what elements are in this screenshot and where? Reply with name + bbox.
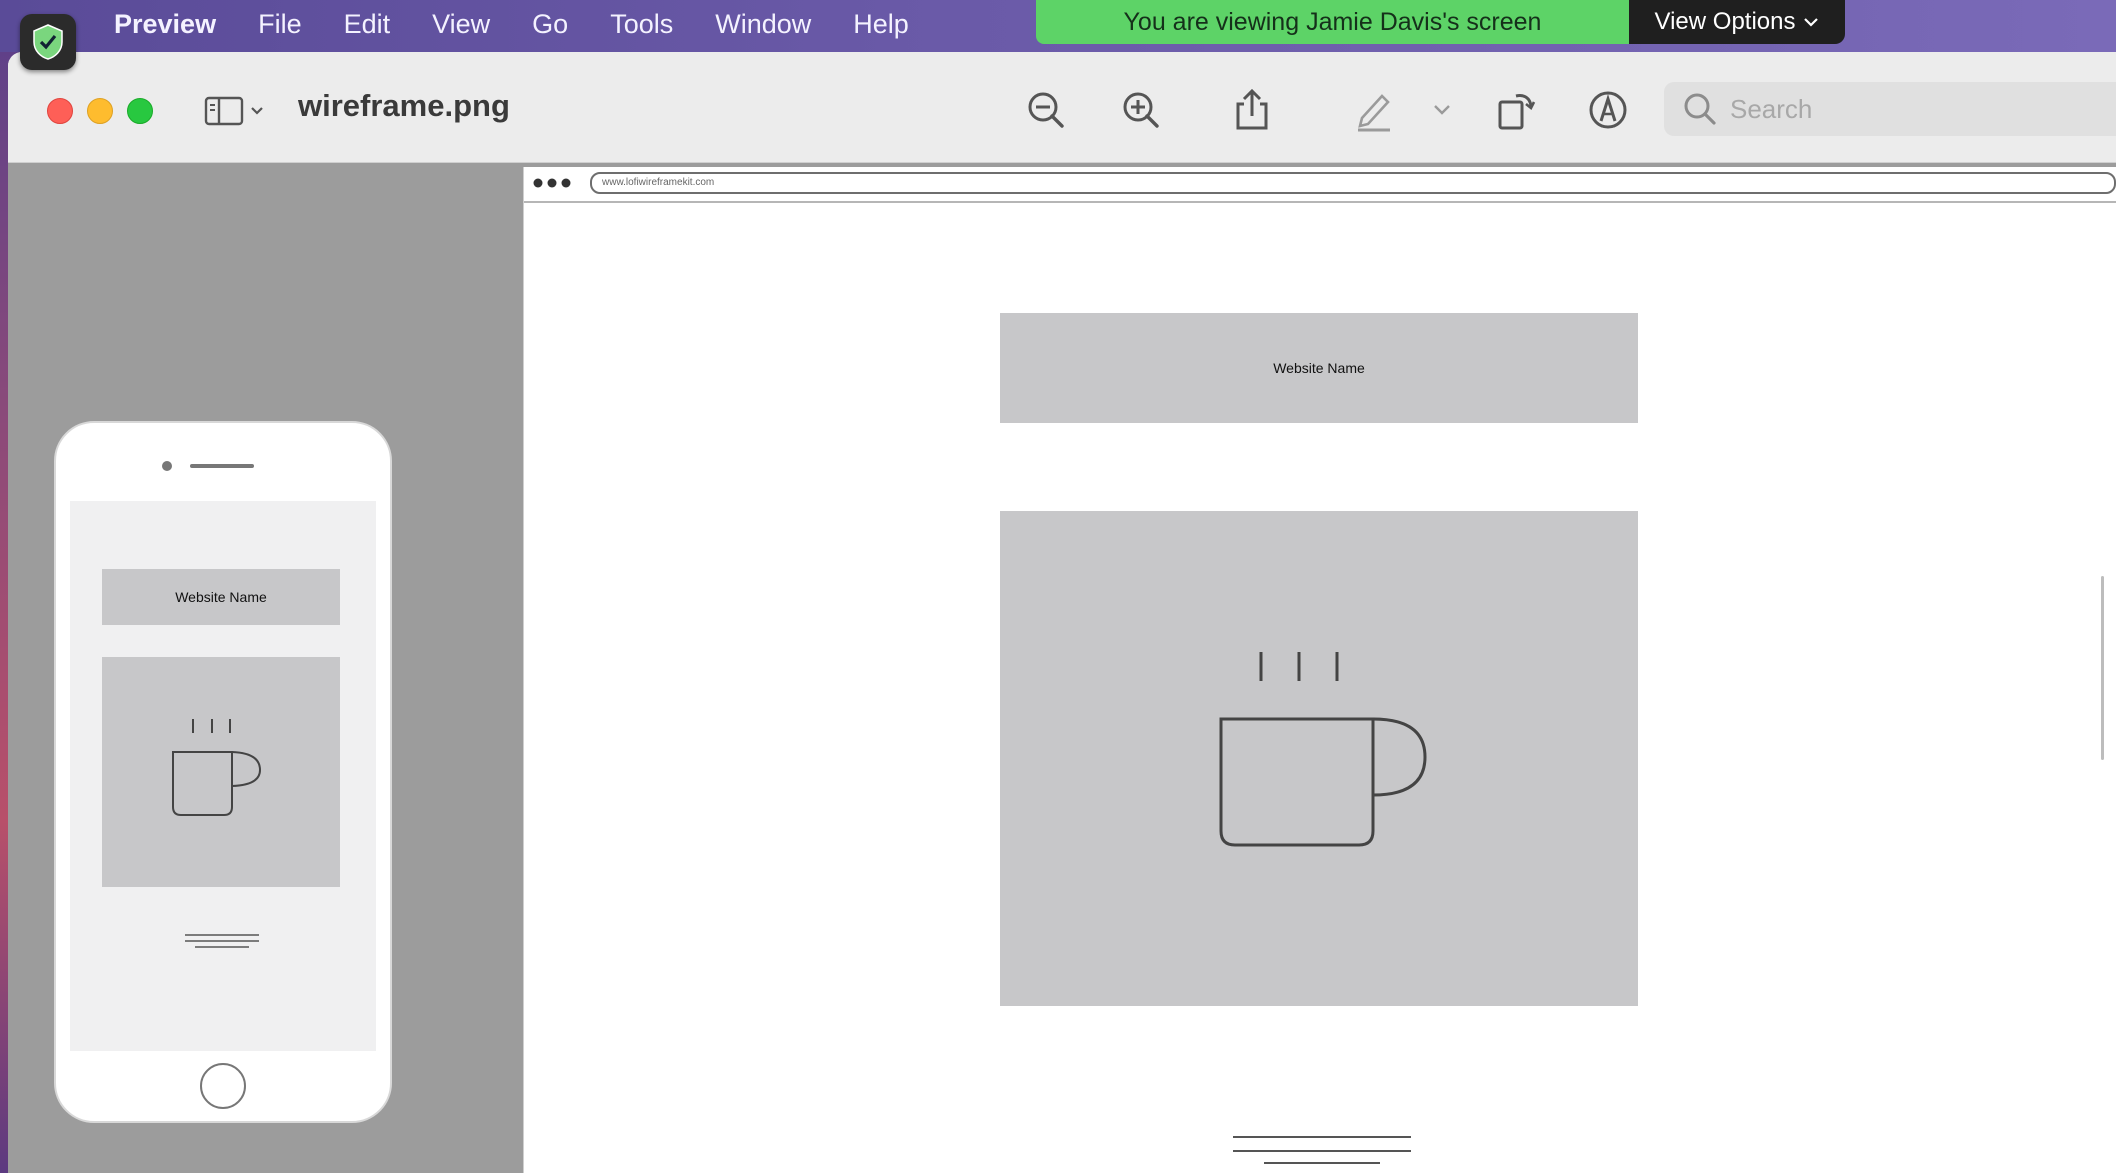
thumbnail-footer-lines bbox=[185, 934, 259, 948]
document-title: wireframe.png bbox=[298, 88, 510, 123]
chevron-down-icon bbox=[251, 107, 263, 115]
page-thumbnail[interactable]: Website Name bbox=[54, 421, 392, 1123]
sidebar-toggle-icon bbox=[204, 96, 244, 126]
preview-window: wireframe.png Search Website Name www.lo… bbox=[8, 52, 2116, 1173]
rotate-icon[interactable] bbox=[1494, 88, 1538, 132]
thumbnail-sidebar: Website Name bbox=[8, 163, 515, 1173]
menu-tools[interactable]: Tools bbox=[610, 9, 673, 40]
share-icon[interactable] bbox=[1230, 88, 1274, 132]
menu-bar: Preview File Edit View Go Tools Window H… bbox=[0, 0, 2116, 52]
thumbnail-hero-block bbox=[102, 657, 340, 887]
menu-view[interactable]: View bbox=[432, 9, 490, 40]
zoom-in-icon[interactable] bbox=[1119, 88, 1163, 132]
menu-window[interactable]: Window bbox=[715, 9, 811, 40]
menu-edit[interactable]: Edit bbox=[344, 9, 391, 40]
chevron-down-icon[interactable] bbox=[1430, 100, 1454, 120]
phone-screen: Website Name bbox=[70, 501, 376, 1051]
screen-share-text: You are viewing Jamie Davis's screen bbox=[1123, 7, 1542, 36]
browser-dots-icon bbox=[533, 178, 571, 188]
menu-go[interactable]: Go bbox=[532, 9, 568, 40]
markup-icon[interactable] bbox=[1586, 88, 1630, 132]
search-placeholder: Search bbox=[1730, 93, 1813, 124]
wireframe-website-name: Website Name bbox=[1273, 360, 1365, 376]
thumbnail-header-block: Website Name bbox=[102, 569, 340, 625]
sidebar-toggle-button[interactable] bbox=[204, 94, 274, 128]
menu-file[interactable]: File bbox=[258, 9, 302, 40]
screen-share-banner: You are viewing Jamie Davis's screen bbox=[1036, 0, 1629, 44]
thumbnail-website-name: Website Name bbox=[175, 589, 267, 605]
window-toolbar: wireframe.png Search bbox=[8, 52, 2116, 163]
wireframe-footer-lines bbox=[1233, 1136, 1411, 1164]
coffee-cup-icon bbox=[172, 719, 262, 816]
view-options-button[interactable]: View Options bbox=[1629, 0, 1845, 44]
search-icon bbox=[1684, 93, 1716, 125]
highlight-pen-icon[interactable] bbox=[1352, 88, 1396, 132]
search-field[interactable]: Search bbox=[1664, 82, 2116, 136]
view-options-label: View Options bbox=[1654, 8, 1796, 35]
document-page: www.lofiwireframekit.com Website Name bbox=[523, 167, 2116, 1173]
document-view: www.lofiwireframekit.com Website Name bbox=[515, 163, 2116, 1173]
phone-home-button bbox=[200, 1063, 246, 1109]
wireframe-url-field: www.lofiwireframekit.com bbox=[590, 172, 2116, 194]
wireframe-browser-bar: www.lofiwireframekit.com bbox=[524, 167, 2116, 203]
wireframe-hero-block bbox=[1000, 511, 1638, 1006]
security-shield-icon[interactable] bbox=[20, 14, 76, 70]
phone-speaker bbox=[190, 464, 254, 468]
maximize-window-button[interactable] bbox=[127, 98, 153, 124]
chevron-down-icon bbox=[1804, 18, 1819, 27]
zoom-out-icon[interactable] bbox=[1024, 88, 1068, 132]
menu-app-preview[interactable]: Preview bbox=[114, 9, 216, 40]
vertical-scrollbar[interactable] bbox=[2101, 576, 2104, 760]
menu-help[interactable]: Help bbox=[853, 9, 909, 40]
close-window-button[interactable] bbox=[47, 98, 73, 124]
wireframe-header-block: Website Name bbox=[1000, 313, 1638, 423]
coffee-cup-icon bbox=[1219, 652, 1427, 847]
menu-items: Preview File Edit View Go Tools Window H… bbox=[114, 0, 951, 48]
phone-camera-dot bbox=[162, 461, 172, 471]
minimize-window-button[interactable] bbox=[87, 98, 113, 124]
